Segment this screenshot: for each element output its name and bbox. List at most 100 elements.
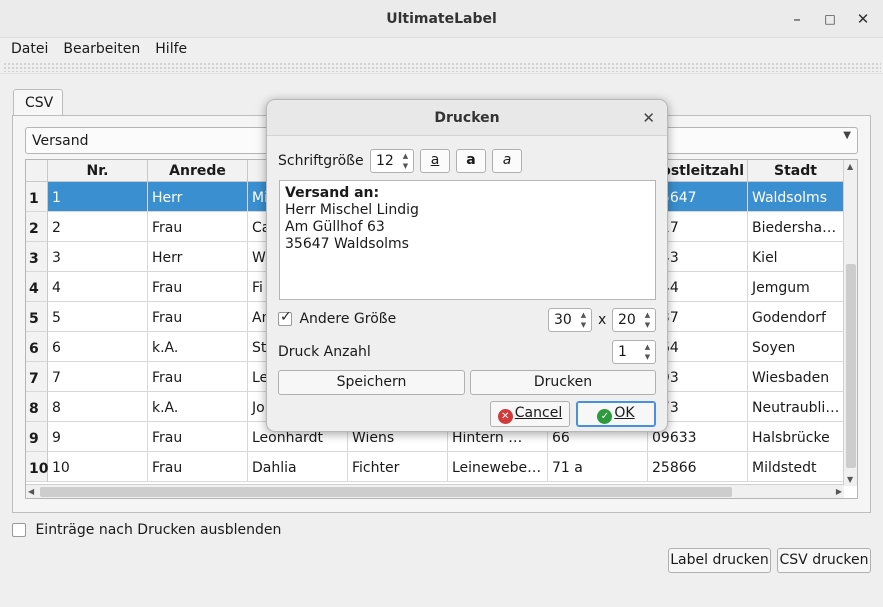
size-times-label: x <box>598 312 607 328</box>
table-cell[interactable]: 4 <box>48 272 148 302</box>
row-header[interactable]: 8 <box>26 392 48 422</box>
hide-after-print-checkbox[interactable] <box>12 523 26 537</box>
table-cell[interactable]: Frau <box>148 302 248 332</box>
menu-edit[interactable]: Bearbeiten <box>63 41 140 57</box>
underline-button[interactable]: a <box>420 149 450 173</box>
row-header[interactable]: 7 <box>26 362 48 392</box>
table-cell[interactable]: 8 <box>48 392 148 422</box>
print-button[interactable]: Drucken <box>470 370 656 395</box>
table-cell[interactable]: Frau <box>148 362 248 392</box>
table-cell[interactable]: 5 <box>48 302 148 332</box>
table-cell[interactable]: Fichter <box>348 452 448 482</box>
row-header[interactable]: 9 <box>26 422 48 452</box>
other-size-option[interactable]: Andere Größe <box>278 309 397 327</box>
print-count-value: 1 <box>618 344 627 360</box>
scroll-left-icon[interactable]: ◀ <box>28 487 34 496</box>
table-cell[interactable]: k.A. <box>148 332 248 362</box>
table-cell[interactable]: Leinewebe… <box>448 452 548 482</box>
horizontal-scrollbar[interactable]: ◀ ▶ <box>26 484 844 498</box>
dialog-title: Drucken <box>267 100 667 136</box>
row-header[interactable]: 4 <box>26 272 48 302</box>
cancel-button[interactable]: ✕ Cancel <box>490 401 570 427</box>
table-cell[interactable]: 1 <box>48 182 148 212</box>
table-cell[interactable]: 71 a <box>548 452 648 482</box>
spin-arrows-icon[interactable]: ▲ ▼ <box>641 342 654 362</box>
row-header[interactable]: 2 <box>26 212 48 242</box>
table-cell[interactable]: 9 <box>48 422 148 452</box>
csv-print-button[interactable]: CSV drucken <box>777 548 871 573</box>
print-count-spinbox[interactable]: 1 ▲ ▼ <box>612 340 656 364</box>
column-header[interactable]: Stadt <box>748 160 844 182</box>
tab-csv[interactable]: CSV <box>13 89 63 116</box>
table-cell[interactable]: 3 <box>48 242 148 272</box>
table-cell[interactable]: 6 <box>48 332 148 362</box>
spin-arrows-icon[interactable]: ▲ ▼ <box>399 151 412 171</box>
table-cell[interactable]: Godendorf <box>748 302 844 332</box>
table-cell[interactable]: Kiel <box>748 242 844 272</box>
row-header[interactable]: 3 <box>26 242 48 272</box>
table-cell[interactable]: Herr <box>148 182 248 212</box>
hide-after-print-option[interactable]: Einträge nach Drucken ausblenden <box>12 522 281 538</box>
table-cell[interactable]: 25866 <box>648 452 748 482</box>
horizontal-scroll-thumb[interactable] <box>40 487 732 497</box>
table-cell[interactable]: Soyen <box>748 332 844 362</box>
maximize-icon[interactable]: □ <box>819 8 841 30</box>
italic-button[interactable]: a <box>492 149 522 173</box>
scroll-right-icon[interactable]: ▶ <box>836 487 842 496</box>
minimize-icon[interactable]: – <box>786 8 808 30</box>
row-header[interactable]: 1 <box>26 182 48 212</box>
table-cell[interactable]: Jemgum <box>748 272 844 302</box>
table-cell[interactable]: 2 <box>48 212 148 242</box>
scroll-up-icon[interactable]: ▲ <box>847 162 853 171</box>
label-text-editor[interactable]: Versand an: Herr Mischel Lindig Am Güllh… <box>279 180 656 300</box>
row-header[interactable]: 6 <box>26 332 48 362</box>
column-header[interactable]: Nr. <box>48 160 148 182</box>
ok-button[interactable]: ✓ OK <box>576 401 656 427</box>
vertical-scroll-thumb[interactable] <box>846 264 856 468</box>
table-row[interactable]: 10 10 Frau Dahlia Fichter Leinewebe… 71 a 25866… <box>26 452 844 482</box>
row-header[interactable]: 5 <box>26 302 48 332</box>
table-cell[interactable]: Mildstedt <box>748 452 844 482</box>
table-cell[interactable]: Frau <box>148 422 248 452</box>
column-header[interactable]: Anrede <box>148 160 248 182</box>
height-spinbox[interactable]: 20 ▲ ▼ <box>612 308 656 332</box>
dialog-close-icon[interactable]: ✕ <box>642 100 655 136</box>
label-line: 35647 Waldsolms <box>285 236 409 252</box>
width-spinbox[interactable]: 30 ▲ ▼ <box>548 308 592 332</box>
ok-button-label: OK <box>614 405 635 421</box>
label-line: Am Güllhof 63 <box>285 219 385 235</box>
bold-button[interactable]: a <box>456 149 486 173</box>
table-cell[interactable]: Herr <box>148 242 248 272</box>
table-cell[interactable]: Biedershau… <box>748 212 844 242</box>
row-header[interactable]: 10 <box>26 452 48 482</box>
toolbar <box>0 60 883 74</box>
spin-arrows-icon[interactable]: ▲ ▼ <box>641 310 654 330</box>
vertical-scrollbar[interactable]: ▲ ▼ <box>843 160 857 486</box>
chevron-down-icon: ▼ <box>843 130 851 141</box>
table-cell[interactable]: Waldsolms <box>748 182 844 212</box>
close-icon[interactable]: ✕ <box>852 8 874 30</box>
menu-file[interactable]: Datei <box>11 41 48 57</box>
table-cell[interactable]: Frau <box>148 272 248 302</box>
save-button[interactable]: Speichern <box>278 370 465 395</box>
font-size-spinbox[interactable]: 12 ▲ ▼ <box>370 149 414 173</box>
table-cell[interactable]: k.A. <box>148 392 248 422</box>
table-cell[interactable]: 10 <box>48 452 148 482</box>
table-cell[interactable]: Neutraubling <box>748 392 844 422</box>
spin-arrows-icon[interactable]: ▲ ▼ <box>577 310 590 330</box>
other-size-checkbox[interactable] <box>278 309 292 326</box>
label-print-button[interactable]: Label drucken <box>668 548 771 573</box>
table-cell[interactable]: Frau <box>148 212 248 242</box>
table-cell[interactable]: Wiesbaden <box>748 362 844 392</box>
table-cell[interactable]: Dahlia <box>248 452 348 482</box>
profile-select-value: Versand <box>32 133 89 149</box>
scroll-down-icon[interactable]: ▼ <box>847 475 853 484</box>
table-cell[interactable]: Frau <box>148 452 248 482</box>
corner-header <box>26 160 48 182</box>
label-heading: Versand an: <box>285 185 380 201</box>
other-size-label: Andere Größe <box>299 311 397 327</box>
ok-icon: ✓ <box>597 409 613 424</box>
table-cell[interactable]: Halsbrücke <box>748 422 844 452</box>
menu-help[interactable]: Hilfe <box>155 41 187 57</box>
table-cell[interactable]: 7 <box>48 362 148 392</box>
